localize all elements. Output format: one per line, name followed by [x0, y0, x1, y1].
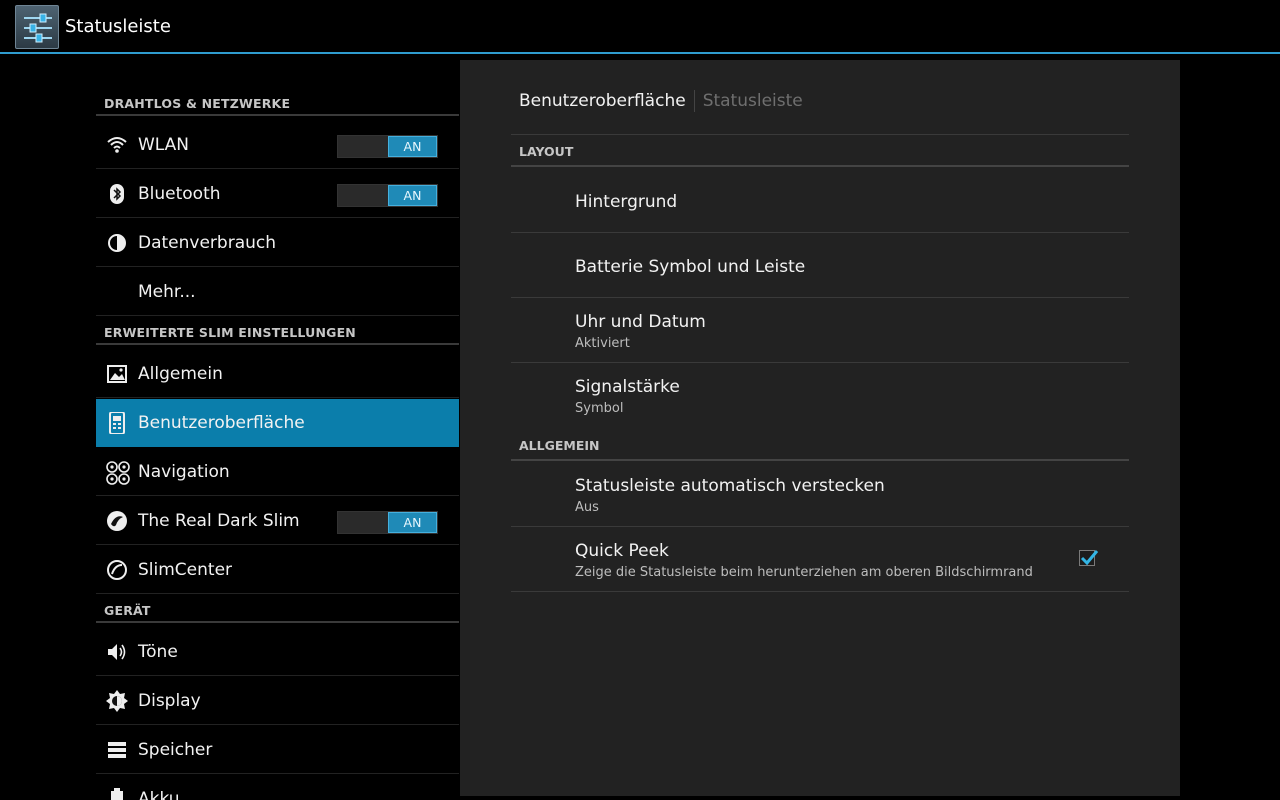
sidebar-item-label: Allgemein [138, 364, 223, 384]
category-header-layout: LAYOUT [511, 135, 1129, 167]
wifi-icon [106, 134, 128, 156]
pref-title: Uhr und Datum [575, 312, 706, 332]
category-header-slim: ERWEITERTE SLIM EINSTELLUNGEN [96, 321, 459, 345]
sidebar-item-storage[interactable]: Speicher [96, 726, 459, 774]
slimcenter-icon [106, 559, 128, 581]
breadcrumb-parent[interactable]: Benutzeroberfläche [519, 91, 686, 111]
page-title: Statusleiste [65, 16, 171, 37]
pref-quick-peek[interactable]: Quick Peek Zeige die Statusleiste beim h… [511, 527, 1129, 592]
sidebar-item-navigation[interactable]: Navigation [96, 448, 459, 496]
category-header-device: GERÄT [96, 599, 459, 623]
category-header-wireless: DRAHTLOS & NETZWERKE [96, 92, 459, 116]
pref-title: Batterie Symbol und Leiste [575, 257, 806, 277]
toggle-state: AN [388, 136, 437, 157]
sidebar-item-label: Speicher [138, 740, 213, 760]
breadcrumb-divider [693, 90, 695, 112]
slim-logo-icon [106, 510, 128, 532]
action-bar: Statusleiste [0, 0, 1280, 54]
sidebar-item-label: SlimCenter [138, 560, 233, 580]
bluetooth-icon [106, 183, 128, 205]
pref-summary: Aus [575, 500, 599, 515]
sidebar-item-label: Töne [138, 642, 178, 662]
pref-signal[interactable]: Signalstärke Symbol [511, 363, 1129, 428]
sidebar-item-label: Mehr... [138, 282, 196, 302]
pref-summary: Symbol [575, 401, 624, 416]
sidebar-item-wlan[interactable]: WLAN AN [96, 121, 459, 169]
sidebar-item-label: Datenverbrauch [138, 233, 277, 253]
sidebar-item-more[interactable]: Mehr... [96, 268, 459, 316]
sidebar-item-ui[interactable]: Benutzeroberfläche [96, 399, 459, 447]
checkmark-icon [1080, 550, 1099, 566]
detail-pane: Benutzeroberfläche Statusleiste LAYOUT Hi… [460, 60, 1180, 796]
category-header-general: ALLGEMEIN [511, 429, 1129, 461]
speaker-icon [106, 641, 128, 663]
pref-background[interactable]: Hintergrund [511, 168, 1129, 233]
pref-title: Statusleiste automatisch verstecken [575, 476, 885, 496]
pref-summary: Zeige die Statusleiste beim herunterzieh… [575, 565, 1033, 580]
pref-autohide[interactable]: Statusleiste automatisch verstecken Aus [511, 462, 1129, 527]
breadcrumb: Benutzeroberfläche Statusleiste [519, 90, 803, 112]
pref-title: Hintergrund [575, 192, 678, 212]
sidebar-item-label: The Real Dark Slim [138, 511, 300, 531]
sidebar-item-battery[interactable]: Akku [96, 775, 459, 800]
pref-title: Signalstärke [575, 377, 680, 397]
phone-ui-icon [106, 411, 128, 435]
sidebar-item-label: Akku [138, 789, 180, 800]
sidebar-item-sounds[interactable]: Töne [96, 628, 459, 676]
sidebar-item-real-dark-slim[interactable]: The Real Dark Slim AN [96, 497, 459, 545]
pref-battery[interactable]: Batterie Symbol und Leiste [511, 233, 1129, 298]
wlan-toggle[interactable]: AN [337, 135, 438, 158]
sidebar-item-label: Display [138, 691, 201, 711]
toggle-state: AN [388, 185, 437, 206]
pref-clock-date[interactable]: Uhr und Datum Aktiviert [511, 298, 1129, 363]
pref-title: Quick Peek [575, 541, 669, 561]
sidebar-item-bluetooth[interactable]: Bluetooth AN [96, 170, 459, 218]
data-usage-icon [106, 232, 128, 254]
sidebar-item-display[interactable]: Display [96, 677, 459, 725]
toggle-state: AN [388, 512, 437, 533]
bluetooth-toggle[interactable]: AN [337, 184, 438, 207]
breadcrumb-current: Statusleiste [702, 91, 803, 111]
pref-summary: Aktiviert [575, 336, 630, 351]
storage-icon [106, 739, 128, 761]
sidebar-item-label: Navigation [138, 462, 230, 482]
sidebar-item-label: Bluetooth [138, 184, 221, 204]
settings-sliders-icon[interactable] [15, 5, 59, 49]
quick-peek-checkbox[interactable] [1079, 550, 1099, 566]
real-dark-slim-toggle[interactable]: AN [337, 511, 438, 534]
brightness-icon [106, 690, 128, 712]
sidebar-item-allgemein[interactable]: Allgemein [96, 350, 459, 398]
settings-sidebar: DRAHTLOS & NETZWERKE WLAN AN Bluetooth A… [96, 56, 459, 800]
battery-icon [106, 788, 128, 800]
sidebar-item-label: WLAN [138, 135, 190, 155]
navigation-icon [106, 461, 130, 485]
sidebar-item-slimcenter[interactable]: SlimCenter [96, 546, 459, 594]
sidebar-item-label: Benutzeroberfläche [138, 413, 305, 433]
sidebar-item-data-usage[interactable]: Datenverbrauch [96, 219, 459, 267]
image-icon [106, 363, 128, 385]
